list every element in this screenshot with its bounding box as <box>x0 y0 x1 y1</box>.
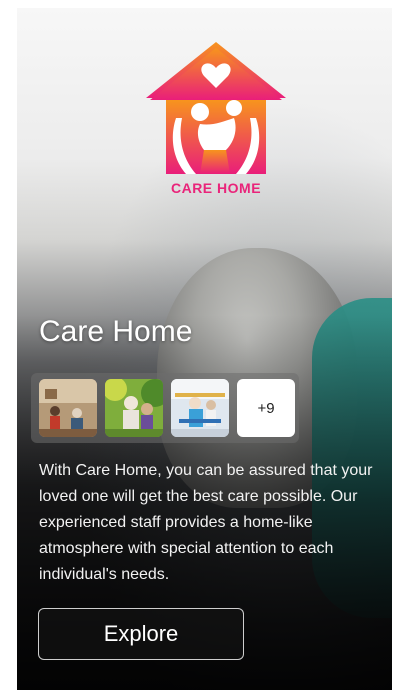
onboarding-screen: CARE HOME Care Home +9 With Care Home, y… <box>17 8 392 690</box>
description-text: With Care Home, you can be assured that … <box>39 462 373 583</box>
photo-gallery: +9 <box>31 373 299 443</box>
therapy-session-photo <box>171 379 229 437</box>
app-logo: CARE HOME <box>142 38 290 203</box>
activity-room-photo <box>39 379 97 437</box>
garden-visit-photo <box>105 379 163 437</box>
gallery-thumbnail-2[interactable] <box>105 379 163 437</box>
explore-button[interactable]: Explore <box>38 608 244 660</box>
gallery-thumbnail-1[interactable] <box>39 379 97 437</box>
logo-wordmark: CARE HOME <box>170 180 262 196</box>
house-family-heart-icon <box>146 42 286 174</box>
gallery-thumbnail-3[interactable] <box>171 379 229 437</box>
more-photos-button[interactable]: +9 <box>237 379 295 437</box>
page-title: Care Home <box>39 315 193 348</box>
